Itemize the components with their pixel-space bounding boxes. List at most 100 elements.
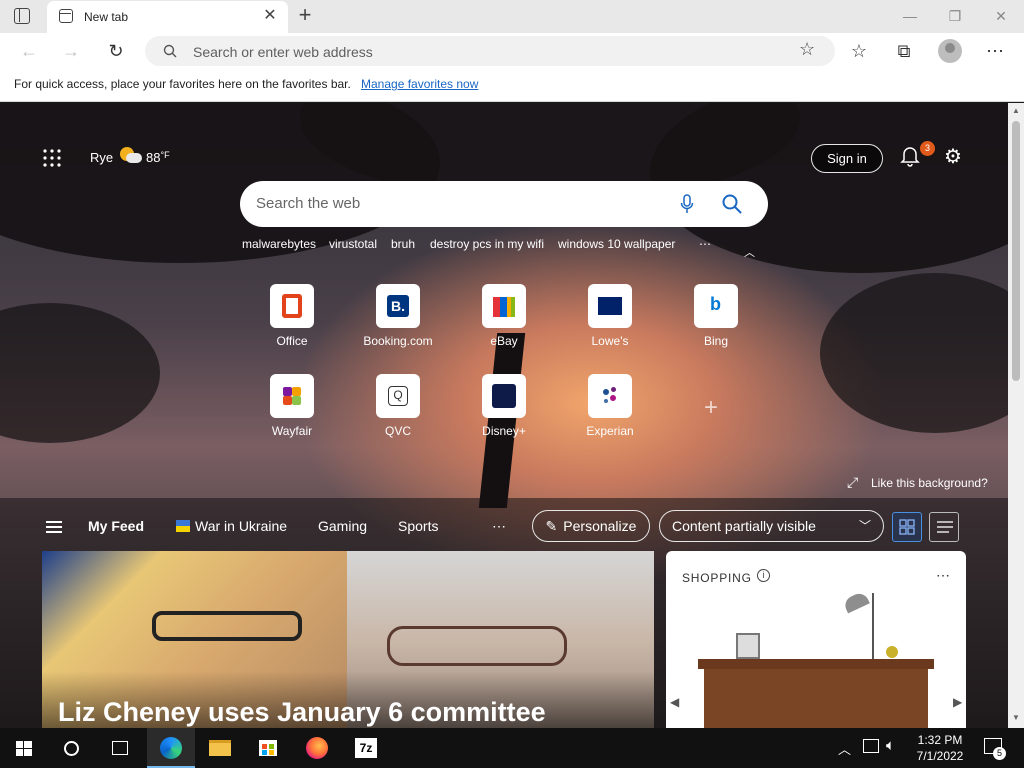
volume-icon[interactable]: 🔈︎ bbox=[886, 737, 895, 754]
weather-temperature[interactable]: 88°F bbox=[146, 150, 170, 165]
toolbar: ← → ↻ Search or enter web address ☆ ☆ ⧉ … bbox=[0, 33, 1024, 69]
tab-sports[interactable]: Sports bbox=[398, 518, 438, 534]
sign-in-button[interactable]: Sign in bbox=[811, 144, 883, 173]
quick-link-office[interactable]: Office bbox=[246, 284, 338, 348]
news-headline[interactable]: Liz Cheney uses January 6 committee bbox=[58, 697, 546, 728]
quick-link-label: eBay bbox=[490, 334, 518, 348]
tab-gaming[interactable]: Gaming bbox=[318, 518, 367, 534]
quick-link-experian[interactable]: Experian bbox=[564, 374, 656, 438]
add-quick-link-icon[interactable]: + bbox=[704, 396, 718, 420]
new-tab-button[interactable]: + bbox=[294, 4, 316, 26]
card-more-icon[interactable]: ⋯ bbox=[936, 567, 950, 584]
search-taskbar-button[interactable] bbox=[48, 728, 96, 768]
address-bar[interactable]: Search or enter web address ☆ bbox=[145, 36, 835, 66]
quick-link-label: Bing bbox=[703, 334, 729, 348]
carousel-next-icon[interactable]: ▶ bbox=[953, 695, 962, 709]
profile-avatar[interactable] bbox=[938, 39, 962, 63]
quick-link-bing[interactable]: b Bing bbox=[670, 284, 762, 348]
quick-link-wayfair[interactable]: Wayfair bbox=[246, 374, 338, 438]
more-tabs-icon[interactable]: ⋯ bbox=[492, 518, 506, 535]
trending-search-4[interactable]: destroy pcs in my wifi bbox=[430, 237, 544, 251]
favorites-bar: For quick access, place your favorites h… bbox=[0, 69, 1024, 102]
feed-menu-icon[interactable] bbox=[46, 521, 62, 533]
taskbar-file-explorer[interactable] bbox=[196, 728, 244, 768]
grid-view-button[interactable] bbox=[892, 512, 922, 542]
favorites-icon[interactable]: ☆ bbox=[846, 38, 872, 64]
forward-icon[interactable]: → bbox=[58, 38, 84, 64]
ebay-icon bbox=[482, 284, 526, 328]
close-window-icon[interactable]: ✕ bbox=[989, 6, 1013, 26]
quick-link-qvc[interactable]: Q QVC bbox=[352, 374, 444, 438]
taskbar-store[interactable] bbox=[244, 728, 292, 768]
trending-search-3[interactable]: bruh bbox=[391, 237, 415, 251]
tab-war-in-ukraine[interactable]: War in Ukraine bbox=[195, 518, 287, 534]
tab-my-feed[interactable]: My Feed bbox=[88, 518, 144, 534]
tab-actions-icon[interactable] bbox=[14, 8, 30, 24]
quick-link-ebay[interactable]: eBay bbox=[458, 284, 550, 348]
taskbar-7zip[interactable]: 7z bbox=[342, 728, 390, 768]
scroll-up-icon[interactable]: ▲ bbox=[1012, 106, 1020, 115]
ukraine-flag-icon bbox=[176, 520, 190, 532]
taskbar-edge[interactable] bbox=[147, 728, 195, 768]
settings-gear-icon[interactable]: ⚙ bbox=[944, 146, 962, 168]
news-card[interactable]: Liz Cheney uses January 6 committee bbox=[42, 551, 654, 728]
trending-search-1[interactable]: malwarebytes bbox=[242, 237, 316, 251]
add-favorite-icon[interactable]: ☆ bbox=[799, 39, 815, 60]
quick-link-label: Booking.com bbox=[363, 334, 433, 348]
network-icon[interactable] bbox=[863, 739, 879, 753]
search-submit-icon[interactable] bbox=[722, 194, 742, 214]
action-center-count-badge: 5 bbox=[993, 747, 1006, 760]
task-view-button[interactable] bbox=[96, 728, 144, 768]
show-hidden-icons[interactable]: ︿ bbox=[838, 739, 851, 758]
weather-location[interactable]: Rye bbox=[90, 150, 113, 165]
info-icon[interactable]: i bbox=[757, 569, 770, 582]
shopping-label: SHOPPING bbox=[682, 571, 752, 585]
like-background-link[interactable]: Like this background? bbox=[871, 476, 988, 490]
back-icon[interactable]: ← bbox=[16, 38, 42, 64]
quick-link-label: Experian bbox=[586, 424, 634, 438]
more-trending-icon[interactable]: ⋯ bbox=[699, 237, 711, 251]
7zip-icon: 7z bbox=[355, 738, 377, 758]
refresh-icon[interactable]: ↻ bbox=[103, 38, 129, 64]
more-options-icon[interactable]: ⋯ bbox=[982, 38, 1008, 64]
quick-link-lowes[interactable]: Lowe's bbox=[564, 284, 656, 348]
shopping-card[interactable]: SHOPPING i ⋯ ◀ ▶ bbox=[666, 551, 966, 728]
favorites-message: For quick access, place your favorites h… bbox=[14, 77, 351, 91]
web-search-box[interactable]: Search the web bbox=[240, 181, 768, 227]
start-button[interactable] bbox=[0, 728, 48, 768]
apps-launcher-icon[interactable] bbox=[43, 149, 61, 167]
quick-link-label: Wayfair bbox=[271, 424, 313, 438]
manage-favorites-link[interactable]: Manage favorites now bbox=[361, 77, 478, 91]
quick-link-disney[interactable]: Disney+ bbox=[458, 374, 550, 438]
quick-link-label: Disney+ bbox=[482, 424, 526, 438]
close-tab-icon[interactable]: ✕ bbox=[261, 7, 279, 25]
list-view-button[interactable] bbox=[929, 512, 959, 542]
clock-time: 1:32 PM bbox=[917, 733, 963, 747]
microphone-icon[interactable] bbox=[680, 194, 694, 214]
collapse-chevron-icon[interactable]: ︿ bbox=[744, 244, 755, 260]
trending-search-5[interactable]: windows 10 wallpaper bbox=[558, 237, 675, 251]
minimize-icon[interactable]: — bbox=[898, 6, 922, 26]
chevron-down-icon: ﹀ bbox=[858, 519, 871, 533]
firefox-icon bbox=[306, 737, 328, 759]
scrollbar-thumb[interactable] bbox=[1012, 121, 1020, 381]
grid-icon bbox=[899, 519, 915, 535]
notifications-bell-icon[interactable] bbox=[900, 145, 922, 169]
personalize-button[interactable]: ✎ Personalize bbox=[532, 510, 650, 542]
taskbar-firefox[interactable] bbox=[293, 728, 341, 768]
quick-link-booking[interactable]: B. Booking.com bbox=[352, 284, 444, 348]
trending-search-2[interactable]: virustotal bbox=[329, 237, 377, 251]
expand-icon[interactable]: ⤢ bbox=[847, 474, 858, 491]
clock[interactable]: 1:32 PM 7/1/2022 bbox=[912, 732, 968, 764]
restore-icon[interactable]: ❐ bbox=[943, 6, 967, 26]
tab-new-tab[interactable]: New tab ✕ bbox=[47, 1, 288, 33]
collections-icon[interactable]: ⧉ bbox=[891, 38, 917, 64]
quick-link-label: Lowe's bbox=[591, 334, 629, 348]
scroll-down-icon[interactable]: ▼ bbox=[1012, 713, 1020, 722]
task-view-icon bbox=[112, 741, 128, 755]
page-scrollbar[interactable]: ▲ ▼ bbox=[1008, 103, 1024, 728]
bing-icon: b bbox=[694, 284, 738, 328]
carousel-prev-icon[interactable]: ◀ bbox=[670, 695, 679, 709]
edge-icon bbox=[160, 737, 182, 759]
content-visibility-dropdown[interactable]: Content partially visible ﹀ bbox=[659, 510, 884, 542]
